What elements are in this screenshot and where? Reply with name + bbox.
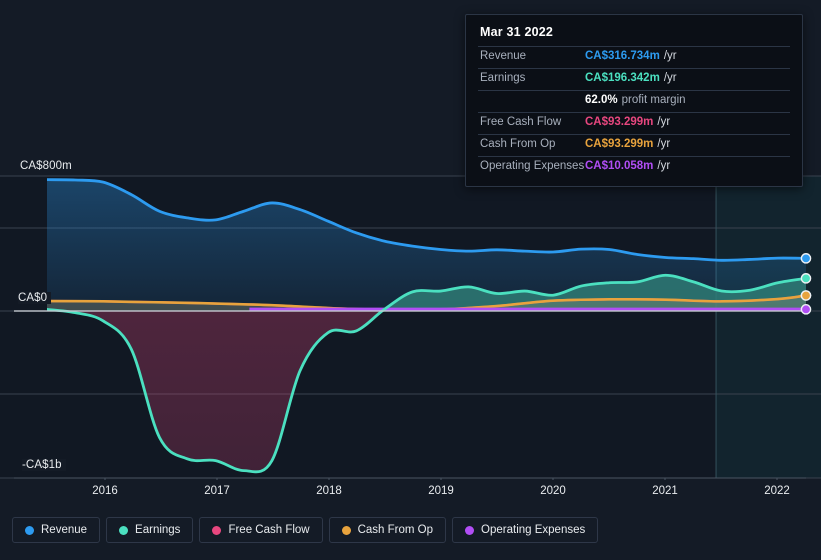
tooltip-date: Mar 31 2022 [480,25,554,39]
tooltip-metric-value: CA$316.734m [585,50,660,62]
legend-label: Cash From Op [357,524,434,536]
legend-label: Earnings [135,524,181,536]
tooltip-metric-unit: /yr [663,72,677,84]
legend-color-dot [119,525,129,535]
x-axis-tick-label: 2017 [204,485,230,497]
legend-color-dot [465,525,475,535]
tooltip-metric-label: Revenue [480,50,527,62]
legend-label: Revenue [41,524,88,536]
tooltip-metric-unit: /yr [663,50,677,62]
tooltip-metric-value: 62.0% [585,94,618,106]
legend-color-dot [25,525,34,535]
tooltip-metric-label: Cash From Op [480,138,556,150]
legend-color-dot [341,525,351,535]
x-axis-tick-label: 2019 [428,485,454,497]
y-axis-tick-label: CA$800m [20,160,76,172]
tooltip-row: Free Cash Flow CA$93.299m/yr [478,112,790,134]
tooltip-row: Earnings CA$196.342m/yr [478,68,790,90]
tooltip-metric-value: CA$93.299m [585,116,654,128]
data-tooltip: Mar 31 2022 Revenue CA$316.734m/yr Earning… [465,14,803,187]
tooltip-metric-label: Earnings [480,72,526,84]
chart-legend[interactable]: Revenue Earnings Free Cash Flow Cash From O… [12,517,599,543]
x-axis-tick-label: 2022 [764,485,790,497]
series-canvas [0,175,821,480]
tooltip-metric-unit: /yr [657,160,671,172]
plot-area [0,150,821,480]
tooltip-metric-unit: /yr [657,116,671,128]
legend-color-dot [212,525,222,535]
x-axis-tick-label: 2021 [652,485,678,497]
tooltip-rows: Revenue CA$316.734m/yr Earnings CA$196.342m… [478,46,790,178]
tooltip-metric-value: CA$93.299m [585,138,654,150]
x-axis-tick-label: 2018 [316,485,342,497]
legend-item-revenue[interactable]: Revenue [12,517,101,543]
legend-item-free-cash-flow[interactable]: Free Cash Flow [199,517,323,543]
tooltip-row: 62.0% profit margin [478,90,790,112]
x-axis-tick-label: 2020 [540,485,566,497]
x-axis-tick-label: 2016 [92,485,118,497]
tooltip-metric-value: CA$196.342m [585,72,660,84]
legend-item-earnings[interactable]: Earnings [106,517,194,543]
legend-label: Operating Expenses [481,524,586,536]
tooltip-row: Cash From Op CA$93.299m/yr [478,134,790,156]
legend-item-operating-expenses[interactable]: Operating Expenses [452,517,599,543]
tooltip-metric-value: CA$10.058m [585,160,654,172]
y-axis-tick-label: CA$0 [18,292,52,304]
tooltip-metric-label: Free Cash Flow [480,116,562,128]
tooltip-row: Revenue CA$316.734m/yr [478,46,790,68]
tooltip-metric-unit: /yr [657,138,671,150]
tooltip-row: Operating Expenses CA$10.058m/yr [478,156,790,178]
legend-item-cash-from-op[interactable]: Cash From Op [328,517,447,543]
legend-label: Free Cash Flow [228,524,310,536]
y-axis-tick-label: -CA$1b [22,459,66,471]
tooltip-metric-label: Operating Expenses [480,160,585,172]
tooltip-metric-note: profit margin [621,94,686,106]
financial-performance-chart: CA$800m CA$0 -CA$1b 2016 2017 2018 2019 2020 20… [0,0,821,560]
